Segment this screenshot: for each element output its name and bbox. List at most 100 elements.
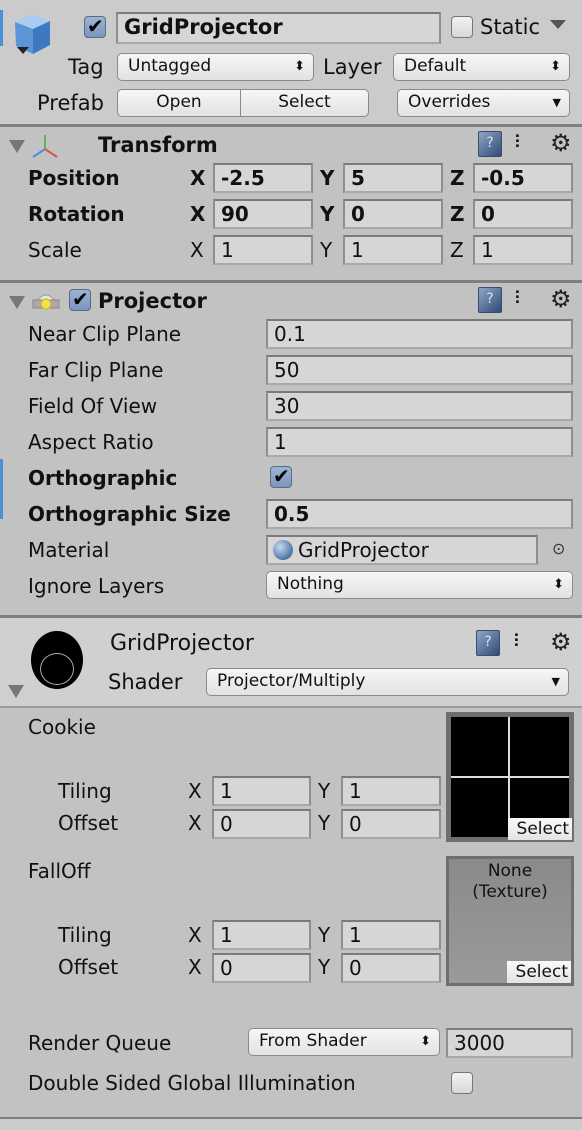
- falloff-none-line1: None: [487, 861, 533, 881]
- dsgi-checkbox[interactable]: [451, 1072, 473, 1094]
- preset-icon[interactable]: ⫶: [514, 631, 536, 653]
- material-preview-ring: [40, 653, 74, 685]
- falloff-tiling-x-input[interactable]: 1: [212, 920, 311, 950]
- object-name-input[interactable]: GridProjector: [116, 12, 441, 44]
- object-picker-icon[interactable]: ⊙: [552, 537, 565, 561]
- far-clip-input[interactable]: 50: [266, 355, 573, 385]
- tag-dropdown[interactable]: Untagged ⬍: [117, 53, 314, 81]
- ignore-layers-value: Nothing: [277, 574, 344, 594]
- material-header: GridProjector ? ⫶ ⚙ Shader Projector/Mul…: [0, 618, 582, 706]
- help-icon[interactable]: ?: [476, 630, 500, 656]
- rotation-x-input[interactable]: 90: [213, 199, 313, 229]
- dsgi-label: Double Sided Global Illumination: [28, 1071, 356, 1095]
- scale-z-input[interactable]: 1: [473, 235, 573, 265]
- cube-icon[interactable]: [12, 12, 54, 56]
- aspect-ratio-label: Aspect Ratio: [28, 430, 154, 454]
- shader-label: Shader: [108, 670, 183, 694]
- falloff-tiling-y-input[interactable]: 1: [341, 920, 441, 950]
- updown-icon: ⬍: [550, 59, 561, 74]
- falloff-label: FallOff: [28, 859, 91, 883]
- render-queue-dropdown[interactable]: From Shader ⬍: [248, 1028, 440, 1056]
- collapse-triangle-icon[interactable]: [9, 140, 25, 153]
- help-icon[interactable]: ?: [478, 287, 502, 313]
- preset-icon[interactable]: ⫶: [515, 132, 537, 154]
- cookie-offset-x-label[interactable]: X: [188, 810, 202, 836]
- preset-icon[interactable]: ⫶: [515, 288, 537, 310]
- cookie-texture-slot[interactable]: Select: [446, 712, 574, 842]
- cookie-offset-x-input[interactable]: 0: [212, 809, 311, 839]
- transform-title: Transform: [98, 133, 218, 157]
- material-value: GridProjector: [298, 538, 429, 562]
- rotation-z-input[interactable]: 0: [473, 199, 573, 229]
- orthographic-size-input[interactable]: 0.5: [266, 499, 573, 529]
- projector-title: Projector: [98, 289, 207, 313]
- cookie-tiling-x-label[interactable]: X: [188, 778, 202, 804]
- position-x-input[interactable]: -2.5: [213, 163, 313, 193]
- falloff-offset-label: Offset: [58, 955, 119, 979]
- cookie-offset-y-input[interactable]: 0: [341, 809, 441, 839]
- falloff-offset-y-input[interactable]: 0: [341, 953, 441, 983]
- projector-component: Projector ? ⫶ ⚙ Near Clip Plane 0.1 Far …: [0, 283, 582, 615]
- gear-icon[interactable]: ⚙: [550, 629, 572, 655]
- selection-marker: [0, 10, 3, 46]
- transform-component: Transform ? ⫶ ⚙ Position X -2.5 Y 5 Z -0…: [0, 127, 582, 280]
- falloff-offset-x-input[interactable]: 0: [212, 953, 311, 983]
- scale-y-label[interactable]: Y: [320, 237, 332, 263]
- near-clip-input[interactable]: 0.1: [266, 319, 573, 349]
- shader-dropdown[interactable]: Projector/Multiply ▼: [206, 668, 569, 696]
- falloff-select-button[interactable]: Select: [507, 961, 571, 983]
- aspect-ratio-input[interactable]: 1: [266, 427, 573, 457]
- gear-icon[interactable]: ⚙: [550, 286, 572, 312]
- position-y-input[interactable]: 5: [343, 163, 443, 193]
- rotation-z-label[interactable]: Z: [450, 201, 465, 227]
- rotation-x-label[interactable]: X: [190, 201, 205, 227]
- cookie-select-button[interactable]: Select: [508, 818, 572, 840]
- shader-value: Projector/Multiply: [217, 671, 366, 691]
- cookie-tiling-y-label[interactable]: Y: [318, 778, 330, 804]
- material-sphere-icon: [273, 540, 293, 560]
- orthographic-checkbox[interactable]: [270, 464, 292, 488]
- collapse-triangle-icon[interactable]: [9, 296, 25, 309]
- position-z-label[interactable]: Z: [450, 165, 465, 191]
- fov-input[interactable]: 30: [266, 391, 573, 421]
- material-name: GridProjector: [110, 631, 254, 656]
- scale-x-label[interactable]: X: [190, 237, 204, 263]
- falloff-texture-slot[interactable]: None (Texture) Select: [446, 856, 574, 986]
- prefab-open-button[interactable]: Open: [117, 89, 241, 117]
- prefab-select-button[interactable]: Select: [240, 89, 369, 117]
- layer-dropdown[interactable]: Default ⬍: [393, 53, 570, 81]
- gear-icon[interactable]: ⚙: [550, 130, 572, 156]
- position-x-label[interactable]: X: [190, 165, 205, 191]
- ignore-layers-dropdown[interactable]: Nothing ⬍: [266, 571, 573, 599]
- collapse-triangle-icon[interactable]: [8, 685, 24, 698]
- material-object-field[interactable]: GridProjector: [266, 535, 538, 565]
- falloff-tiling-x-label[interactable]: X: [188, 922, 202, 948]
- scale-x-input[interactable]: 1: [213, 235, 313, 265]
- scale-z-label[interactable]: Z: [450, 237, 464, 263]
- scale-y-input[interactable]: 1: [343, 235, 443, 265]
- cookie-offset-y-label[interactable]: Y: [318, 810, 330, 836]
- position-y-label[interactable]: Y: [320, 165, 334, 191]
- projector-enabled-checkbox[interactable]: [69, 287, 91, 311]
- cookie-tiling-y-input[interactable]: 1: [341, 776, 441, 806]
- rotation-y-label[interactable]: Y: [320, 201, 334, 227]
- static-checkbox[interactable]: [451, 16, 473, 38]
- falloff-offset-y-label[interactable]: Y: [318, 954, 330, 980]
- overrides-dropdown[interactable]: Overrides ▼: [397, 89, 570, 117]
- fov-label: Field Of View: [28, 394, 158, 418]
- prefab-label: Prefab: [37, 91, 104, 115]
- chevron-down-icon: ▼: [552, 96, 561, 109]
- falloff-offset-x-label[interactable]: X: [188, 954, 202, 980]
- active-checkbox[interactable]: [84, 14, 106, 38]
- chevron-down-icon: ▼: [551, 675, 560, 688]
- render-queue-input[interactable]: 3000: [446, 1028, 573, 1058]
- falloff-tiling-y-label[interactable]: Y: [318, 922, 330, 948]
- static-dropdown-arrow[interactable]: [550, 20, 566, 29]
- position-z-input[interactable]: -0.5: [473, 163, 573, 193]
- overrides-label: Overrides: [408, 92, 491, 112]
- rotation-y-input[interactable]: 0: [343, 199, 443, 229]
- cookie-tiling-x-input[interactable]: 1: [212, 776, 311, 806]
- updown-icon: ⬍: [294, 59, 305, 74]
- help-icon[interactable]: ?: [478, 131, 502, 157]
- rotation-label: Rotation: [28, 202, 125, 226]
